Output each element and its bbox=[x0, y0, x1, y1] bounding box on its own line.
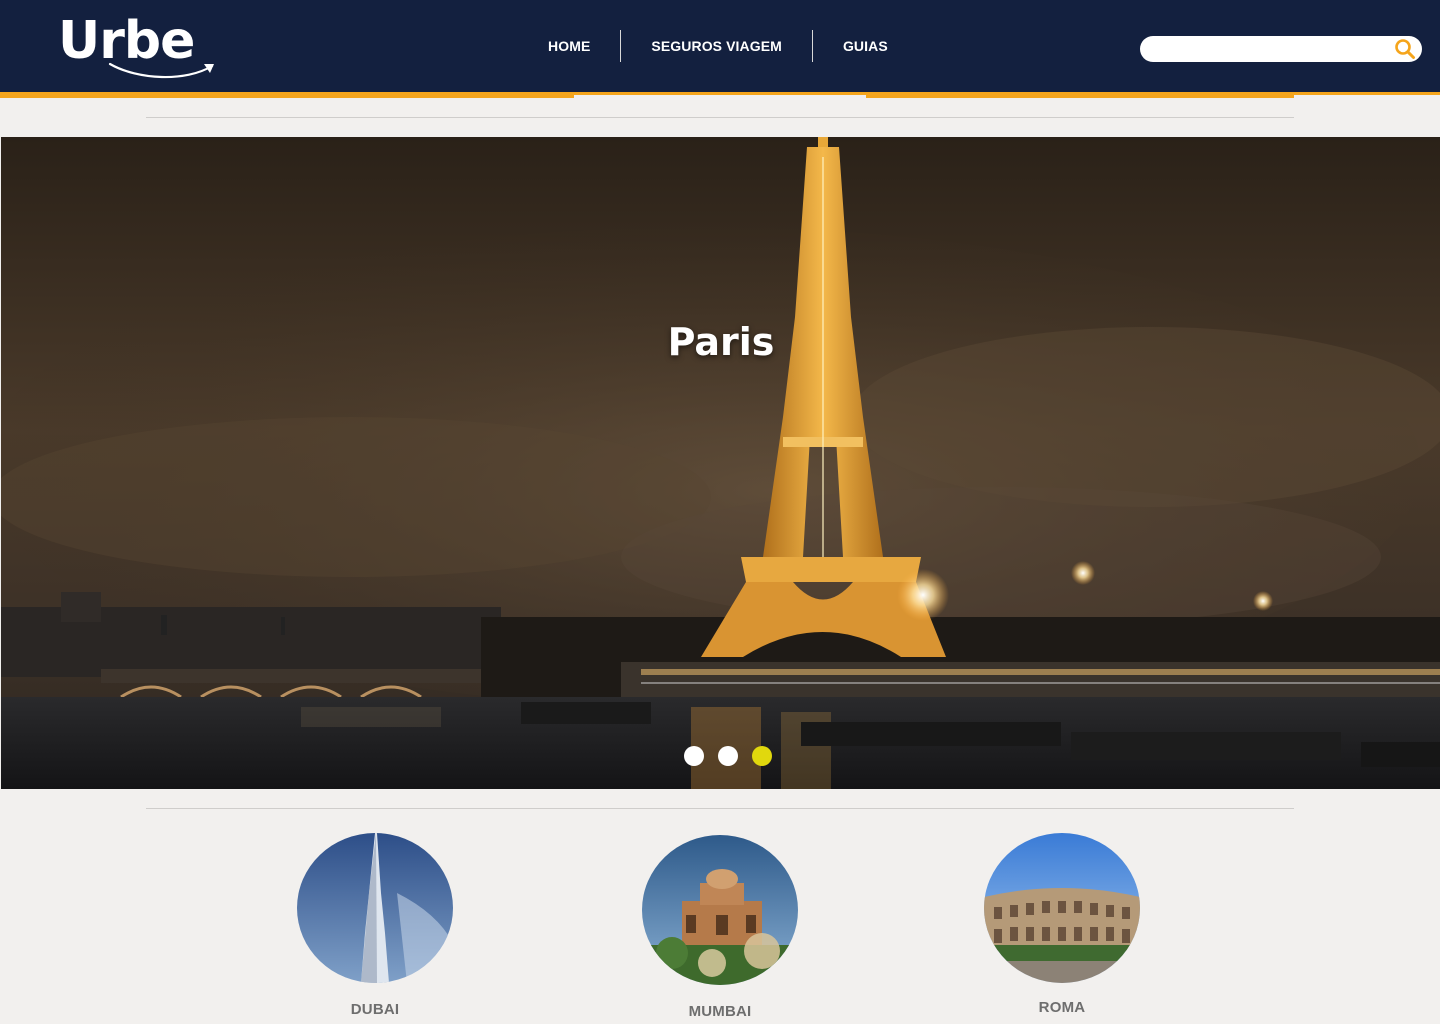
accent-gap bbox=[1294, 95, 1440, 98]
main-nav: HOME SEGUROS VIAGEM GUIAS bbox=[518, 30, 918, 62]
search-input[interactable] bbox=[1152, 39, 1392, 59]
nav-guias[interactable]: GUIAS bbox=[813, 30, 918, 62]
accent-gap bbox=[574, 95, 866, 98]
site-header: Urbe HOME SEGUROS VIAGEM GUIAS bbox=[0, 0, 1440, 92]
header-accent-line bbox=[0, 92, 1440, 98]
slider-dots bbox=[684, 746, 772, 766]
slider-dot-2[interactable] bbox=[718, 746, 738, 766]
hero-slider: Paris bbox=[1, 137, 1440, 789]
nav-seguros-viagem[interactable]: SEGUROS VIAGEM bbox=[621, 30, 812, 62]
slider-dot-3[interactable] bbox=[752, 746, 772, 766]
hero-title: Paris bbox=[667, 320, 775, 364]
destination-roma[interactable]: ROMA bbox=[982, 833, 1142, 1016]
logo[interactable]: Urbe bbox=[58, 10, 223, 84]
destination-label: ROMA bbox=[1038, 999, 1086, 1016]
destination-label: DUBAI bbox=[350, 1001, 400, 1018]
destination-mumbai[interactable]: MUMBAI bbox=[640, 835, 800, 1020]
roma-photo bbox=[984, 833, 1140, 983]
search-box bbox=[1140, 36, 1422, 62]
search-icon[interactable] bbox=[1394, 38, 1416, 60]
destination-label: MUMBAI bbox=[688, 1003, 752, 1020]
divider bbox=[146, 808, 1294, 809]
logo-swoosh-icon bbox=[108, 62, 214, 79]
nav-home[interactable]: HOME bbox=[518, 30, 620, 62]
dubai-photo bbox=[297, 833, 453, 983]
mumbai-photo bbox=[642, 835, 798, 985]
destination-dubai[interactable]: DUBAI bbox=[295, 833, 455, 1018]
hero-image bbox=[1, 137, 1440, 789]
divider bbox=[146, 117, 1294, 118]
slider-dot-1[interactable] bbox=[684, 746, 704, 766]
